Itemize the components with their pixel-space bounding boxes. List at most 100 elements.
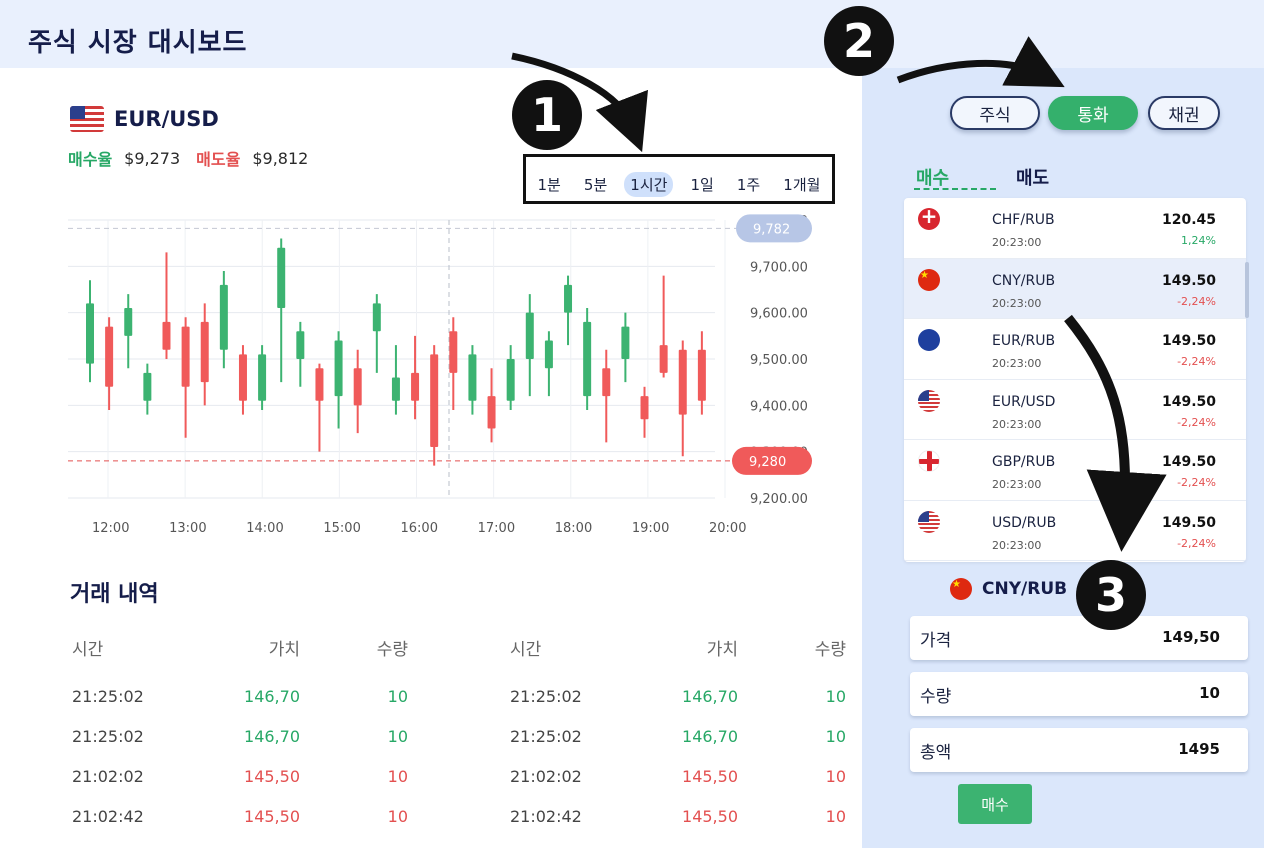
table-row: 21:02:02 145,50 10 <box>508 756 848 796</box>
quantity-label: 수량 <box>920 687 952 707</box>
us-flag-icon <box>70 106 104 132</box>
currency-pair: CNY/RUB <box>992 272 1056 289</box>
currency-time: 20:23:00 <box>992 357 1042 370</box>
trade-qty: 10 <box>825 766 846 786</box>
candle-down <box>449 331 458 373</box>
quantity-value: 10 <box>1199 684 1220 702</box>
timeframe-1d[interactable]: 1일 <box>685 172 720 197</box>
currency-price: 149.50 <box>1161 393 1216 410</box>
buy-rate-value: $9,273 <box>124 148 181 168</box>
quantity-field[interactable]: 수량 10 <box>910 672 1248 716</box>
currency-row-gbp-rub[interactable]: GBP/RUB 20:23:00 149.50 -2,24% <box>904 440 1246 501</box>
price-label: 가격 <box>920 631 952 651</box>
trade-value: 145,50 <box>244 806 300 826</box>
candle-up <box>334 340 343 397</box>
pair-name: EUR/USD <box>114 107 219 131</box>
candle-down <box>697 349 706 401</box>
trade-value: 146,70 <box>244 726 300 746</box>
col-qty: 수량 <box>814 639 846 660</box>
currency-pair: EUR/USD <box>992 393 1056 410</box>
candle-down <box>659 345 668 373</box>
us-flag-icon <box>918 389 940 412</box>
candle-down <box>602 368 611 397</box>
timeframe-1mo[interactable]: 1개월 <box>777 172 826 197</box>
price-field[interactable]: 가격 149,50 <box>910 616 1248 660</box>
currency-change: -2,24% <box>1177 476 1216 489</box>
trade-qty: 10 <box>825 806 846 826</box>
tab-currency[interactable]: 통화 <box>1048 96 1138 130</box>
tab-stocks[interactable]: 주식 <box>950 96 1040 130</box>
col-time: 시간 <box>72 639 104 660</box>
sell-rate-label: 매도율 <box>196 150 241 169</box>
currency-price: 149.50 <box>1161 272 1216 289</box>
currency-row-chf-rub[interactable]: CHF/RUB 20:23:00 120.45 1,24% <box>904 198 1246 259</box>
eu-flag-icon <box>918 329 940 351</box>
trade-qty: 10 <box>825 726 846 746</box>
trade-qty: 10 <box>387 806 408 826</box>
currency-list-scrollbar[interactable] <box>1245 262 1249 318</box>
uk-flag-icon <box>918 450 940 472</box>
timeframe-1w[interactable]: 1주 <box>731 172 766 197</box>
candle-up <box>506 359 515 401</box>
currency-change: -2,24% <box>1177 415 1216 429</box>
total-label: 총액 <box>920 743 952 763</box>
order-pair: CNY/RUB <box>982 579 1068 599</box>
timeframe-1h[interactable]: 1시간 <box>624 172 674 197</box>
col-value: 가치 <box>268 639 300 660</box>
trade-value: 146,70 <box>682 686 738 706</box>
trade-time: 21:25:02 <box>510 686 582 706</box>
trade-qty: 10 <box>825 686 846 706</box>
candle-down <box>487 396 496 429</box>
tab-bonds[interactable]: 채권 <box>1148 96 1220 130</box>
currency-price: 149.50 <box>1161 514 1216 531</box>
currency-row-cny-rub[interactable]: CNY/RUB 20:23:00 149.50 -2,24% <box>904 258 1246 319</box>
table-row: 21:25:02 146,70 10 <box>508 716 848 756</box>
candle-down <box>181 326 190 387</box>
active-tab-underline <box>914 188 996 190</box>
timeframe-1m[interactable]: 1분 <box>532 172 567 197</box>
us-flag-icon <box>918 510 940 533</box>
china-flag-icon <box>918 268 940 291</box>
candle-down <box>430 354 439 448</box>
trade-value: 145,50 <box>244 766 300 786</box>
buy-button[interactable]: 매수 <box>958 784 1032 824</box>
candle-up <box>277 247 286 309</box>
trade-time: 21:25:02 <box>510 726 582 746</box>
col-time: 시간 <box>510 639 542 660</box>
candle-up <box>583 321 592 397</box>
candle-up <box>258 354 267 401</box>
trade-qty: 10 <box>387 766 408 786</box>
order-header: CNY/RUB <box>950 578 1067 600</box>
y-tick-label: 9,400.00 <box>750 399 808 414</box>
currency-pair: GBP/RUB <box>992 454 1056 470</box>
step-badge-2: 2 <box>824 6 894 76</box>
currency-row-eur-usd[interactable]: EUR/USD 20:23:00 149.50 -2,24% <box>904 380 1246 440</box>
currency-change: -2,24% <box>1177 536 1216 550</box>
currency-row-eur-rub[interactable]: EUR/RUB 20:23:00 149.50 -2,24% <box>904 319 1246 380</box>
candle-up <box>525 312 534 359</box>
table-header: 시간 가치 수량 <box>508 632 848 662</box>
table-row: 21:25:02 146,70 10 <box>508 676 848 716</box>
trade-time: 21:02:42 <box>72 806 144 826</box>
buy-rate-label: 매수율 <box>68 150 113 169</box>
tab-sell[interactable]: 매도 <box>1016 164 1049 190</box>
currency-change: -2,24% <box>1177 355 1216 368</box>
trade-time: 21:02:42 <box>510 806 582 826</box>
currency-price: 149.50 <box>1161 454 1216 470</box>
currency-row-usd-rub[interactable]: USD/RUB 20:23:00 149.50 -2,24% <box>904 501 1246 561</box>
x-tick-label: 12:00 <box>92 521 129 536</box>
currency-time: 20:23:00 <box>992 296 1042 310</box>
x-tick-label: 16:00 <box>401 521 438 536</box>
currency-price: 120.45 <box>1161 212 1216 228</box>
trade-time: 21:02:02 <box>510 766 582 786</box>
candlestick-chart[interactable]: 9,800.009,700.009,600.009,500.009,400.00… <box>60 206 820 546</box>
tab-buy[interactable]: 매수 <box>916 164 949 190</box>
table-row: 21:02:42 145,50 10 <box>508 796 848 836</box>
trade-value: 145,50 <box>682 766 738 786</box>
candle-up <box>621 326 630 359</box>
candle-down <box>411 372 420 401</box>
trade-value: 146,70 <box>682 726 738 746</box>
timeframe-5m[interactable]: 5분 <box>578 172 613 197</box>
top-bar: 주식 시장 대시보드 <box>0 0 1264 68</box>
table-row: 21:02:02 145,50 10 <box>70 756 410 796</box>
